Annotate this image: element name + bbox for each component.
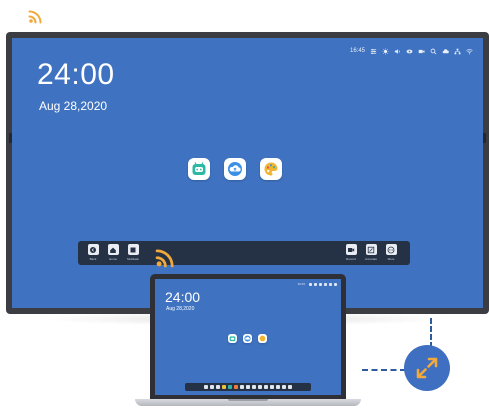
laptop-taskbar-item[interactable] [276,385,280,389]
search-icon[interactable] [430,48,437,55]
palette-icon [264,162,278,176]
laptop-taskbar-item[interactable] [240,385,244,389]
display-status-bar: 16:45 [350,46,473,56]
record-icon [348,247,355,252]
laptop-taskbar-item[interactable] [222,385,226,389]
app-assistant[interactable] [188,158,210,180]
more-icon [387,246,395,253]
laptop-taskbar-item[interactable] [270,385,274,389]
network-icon[interactable] [454,48,461,55]
home-icon [110,247,116,253]
wifi-icon[interactable] [466,48,473,55]
screen-cast-icon [28,8,44,24]
laptop-taskbar-item[interactable] [246,385,250,389]
laptop-app-row [228,334,267,343]
app-cloud-upload[interactable] [224,158,246,180]
annotate-icon [367,246,375,253]
display-taskbar: Back Home Multitask Record Annotate More [78,241,410,265]
laptop-taskbar-item[interactable] [288,385,292,389]
laptop-taskbar-item[interactable] [228,385,232,389]
camera-icon[interactable] [418,48,425,55]
cloud-upload-icon [228,162,242,176]
expand-arrows-icon [416,357,438,379]
laptop-taskbar-item[interactable] [210,385,214,389]
status-time: 16:45 [349,48,365,54]
display-clock-time: 24:00 [37,58,115,91]
robot-assistant-icon [192,162,206,175]
connector-vertical [430,318,432,348]
taskbar-annotate[interactable]: Annotate [364,244,378,261]
display-screen: 16:45 24:00 Aug 28,2020 [12,38,483,308]
laptop-app-cloud-upload[interactable] [243,334,252,343]
taskbar-home[interactable]: Home [106,244,120,261]
display-clock-date: Aug 28,2020 [39,99,108,113]
taskbar-multitask[interactable]: Multitask [126,244,140,261]
laptop-taskbar-item[interactable] [258,385,262,389]
taskbar-back[interactable]: Back [86,244,100,261]
laptop-taskbar-item[interactable] [252,385,256,389]
laptop-clock-date: Aug 28,2020 [166,306,195,312]
cloud-icon[interactable] [442,48,449,55]
laptop-taskbar-item[interactable] [204,385,208,389]
laptop-taskbar-item[interactable] [264,385,268,389]
laptop-taskbar-item[interactable] [234,385,238,389]
laptop-clock-time: 24:00 [165,289,201,305]
expand-button[interactable] [404,345,450,391]
multitask-icon [130,247,136,252]
laptop-app-palette[interactable] [258,334,267,343]
taskbar-record[interactable]: Record [344,244,358,261]
laptop-cast-icon [155,246,177,268]
cloud-upload-icon [244,335,251,342]
laptop-taskbar [185,383,311,391]
app-palette[interactable] [260,158,282,180]
laptop-screen: 16:45 24:00 Aug 28,2020 [155,279,341,395]
eye-care-icon[interactable] [406,48,413,55]
brightness-icon[interactable] [382,47,389,55]
connector-horizontal [362,369,406,371]
display-app-row [188,158,282,180]
volume-icon[interactable] [394,48,401,55]
back-icon [90,246,96,253]
robot-assistant-icon [229,336,236,342]
display-right-handle [483,133,486,143]
palette-icon [259,335,266,342]
settings-sliders-icon[interactable] [370,48,377,55]
laptop-app-assistant[interactable] [228,334,237,343]
taskbar-more[interactable]: More [384,244,398,261]
laptop-taskbar-item[interactable] [282,385,286,389]
laptop-status-bar: 16:45 [297,282,337,286]
laptop-notch [228,399,268,401]
laptop-taskbar-item[interactable] [216,385,220,389]
